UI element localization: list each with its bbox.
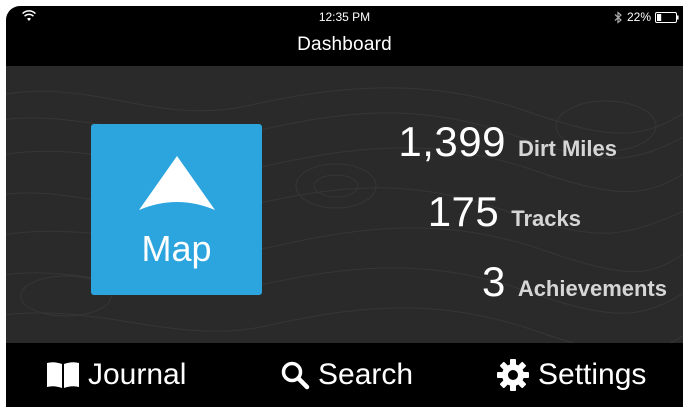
- map-button[interactable]: Map: [91, 124, 262, 295]
- dashboard-content: Map 1,399 Dirt Miles 175 Tracks 3 Achiev…: [6, 66, 683, 343]
- stat-tracks[interactable]: 175 Tracks: [428, 188, 581, 236]
- search-icon: [281, 361, 310, 390]
- tab-settings-label: Settings: [538, 358, 647, 391]
- stat-value: 1,399: [398, 118, 506, 165]
- map-button-label: Map: [141, 228, 212, 269]
- page-title: Dashboard: [297, 34, 392, 55]
- stat-label: Dirt Miles: [517, 136, 617, 161]
- status-right-group: 22%: [613, 10, 679, 24]
- stat-achievements[interactable]: 3 Achievements: [482, 258, 667, 306]
- book-icon: [47, 362, 79, 388]
- battery-icon: [655, 11, 679, 23]
- bluetooth-icon: [614, 10, 622, 24]
- tab-settings[interactable]: Settings: [496, 343, 646, 407]
- battery-percentage: 22%: [626, 10, 651, 24]
- tab-search[interactable]: Search: [280, 343, 413, 407]
- stat-label: Tracks: [511, 206, 581, 231]
- status-time: 12:35 PM: [318, 10, 371, 24]
- tab-journal[interactable]: Journal: [46, 343, 186, 407]
- stat-value: 175: [427, 188, 500, 235]
- tab-search-label: Search: [318, 358, 414, 391]
- tab-bar: Journal Search Settings: [6, 343, 683, 407]
- navigation-arrow-icon: [139, 156, 215, 210]
- device-screen: 12:35 PM 22% Dashboard Map 1,399 Dirt Mi…: [6, 6, 683, 407]
- tab-journal-label: Journal: [88, 358, 187, 391]
- stat-label: Achievements: [517, 276, 667, 301]
- stat-value: 3: [481, 258, 506, 305]
- status-bar: 12:35 PM 22%: [6, 6, 683, 28]
- stat-dirt-miles[interactable]: 1,399 Dirt Miles: [398, 118, 617, 166]
- gear-icon: [497, 359, 529, 391]
